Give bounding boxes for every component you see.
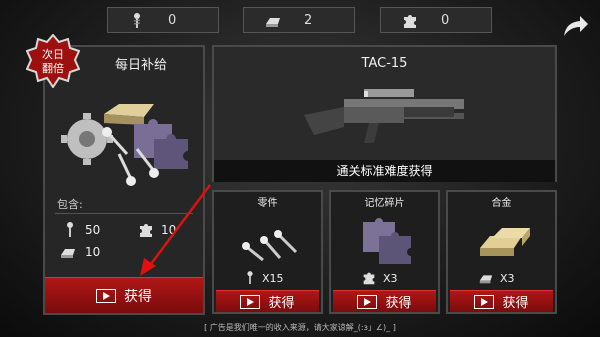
weapon-name: TAC-15 [361,56,408,71]
alloy-card-title: 合金 [491,198,512,209]
contains-item-alloy: 10 [59,243,100,261]
alloy-get-label: 获得 [502,296,529,311]
contains-fragments-value: 10 [161,223,177,237]
resource-alloy-value: 2 [304,12,313,28]
parts-get-button[interactable]: 获得 [216,290,319,312]
daily-supply-get-label: 获得 [124,288,152,305]
video-play-icon [474,294,495,309]
contains-divider [55,213,193,214]
alloy-quantity-value: X3 [500,271,515,285]
memory-fragments-get-label: 获得 [385,296,412,311]
memory-fragments-quantity: X3 [361,270,398,286]
ad-disclaimer: [ 广告是我们唯一的收入来源，请大家谅解_(:з」∠)_ ] [204,323,396,332]
alloy-ingot-icon [61,249,75,258]
screw-icon [133,13,141,28]
puzzle-piece-icon [363,272,375,285]
memory-fragments-get-button[interactable]: 获得 [333,290,436,312]
alloy-get-button[interactable]: 获得 [450,290,553,312]
video-play-icon [357,294,378,309]
parts-quantity: X15 [244,270,284,286]
resource-screws-value: 0 [168,12,177,28]
alloy-ingot-icon [479,275,493,284]
resource-alloy: 2 [243,7,355,33]
weapon-requirement: 通关标准难度获得 [214,160,555,182]
parts-image [242,230,298,262]
memory-fragments-card-title: 记忆碎片 [364,198,405,209]
video-play-icon [240,294,261,309]
back-arrow-icon[interactable] [560,12,590,40]
puzzle-piece-icon [140,224,152,237]
parts-get-label: 获得 [268,296,295,311]
screw-icon [247,271,253,284]
contains-label: 包含: [57,198,83,211]
alloy-card: 合金 X3 获得 [446,190,557,314]
contains-item-screws: 50 [63,221,100,239]
memory-fragments-card: 记忆碎片 X3 获得 [329,190,440,314]
parts-card-title: 零件 [257,198,278,209]
resource-memory-fragments: 0 [380,7,492,33]
puzzle-piece-icon [404,15,416,28]
resource-screws: 0 [107,7,219,33]
contains-alloy-value: 10 [85,245,101,259]
alloy-quantity: X3 [478,270,515,286]
weapon-image [304,89,464,143]
daily-supply-get-button[interactable]: 获得 [45,277,203,313]
resource-memory-fragments-value: 0 [441,12,450,28]
contains-screws-value: 50 [85,223,101,237]
badge-line1: 次日 [42,47,64,61]
parts-quantity-value: X15 [262,271,284,285]
alloy-ingot-icon [266,18,280,27]
badge-line2: 翻倍 [42,61,64,75]
memory-fragments-image [363,218,411,264]
parts-card: 零件 X15 获得 [212,190,323,314]
screw-icon [67,222,73,237]
next-day-double-badge: 次日 翻倍 [26,34,80,88]
memory-fragments-quantity-value: X3 [383,271,398,285]
alloy-image [480,228,530,256]
video-play-icon [96,288,116,303]
daily-supply-image [61,104,188,186]
weapon-panel: TAC-15 通关标准难度获得 [212,45,557,182]
contains-item-fragments: 10 [137,221,176,239]
